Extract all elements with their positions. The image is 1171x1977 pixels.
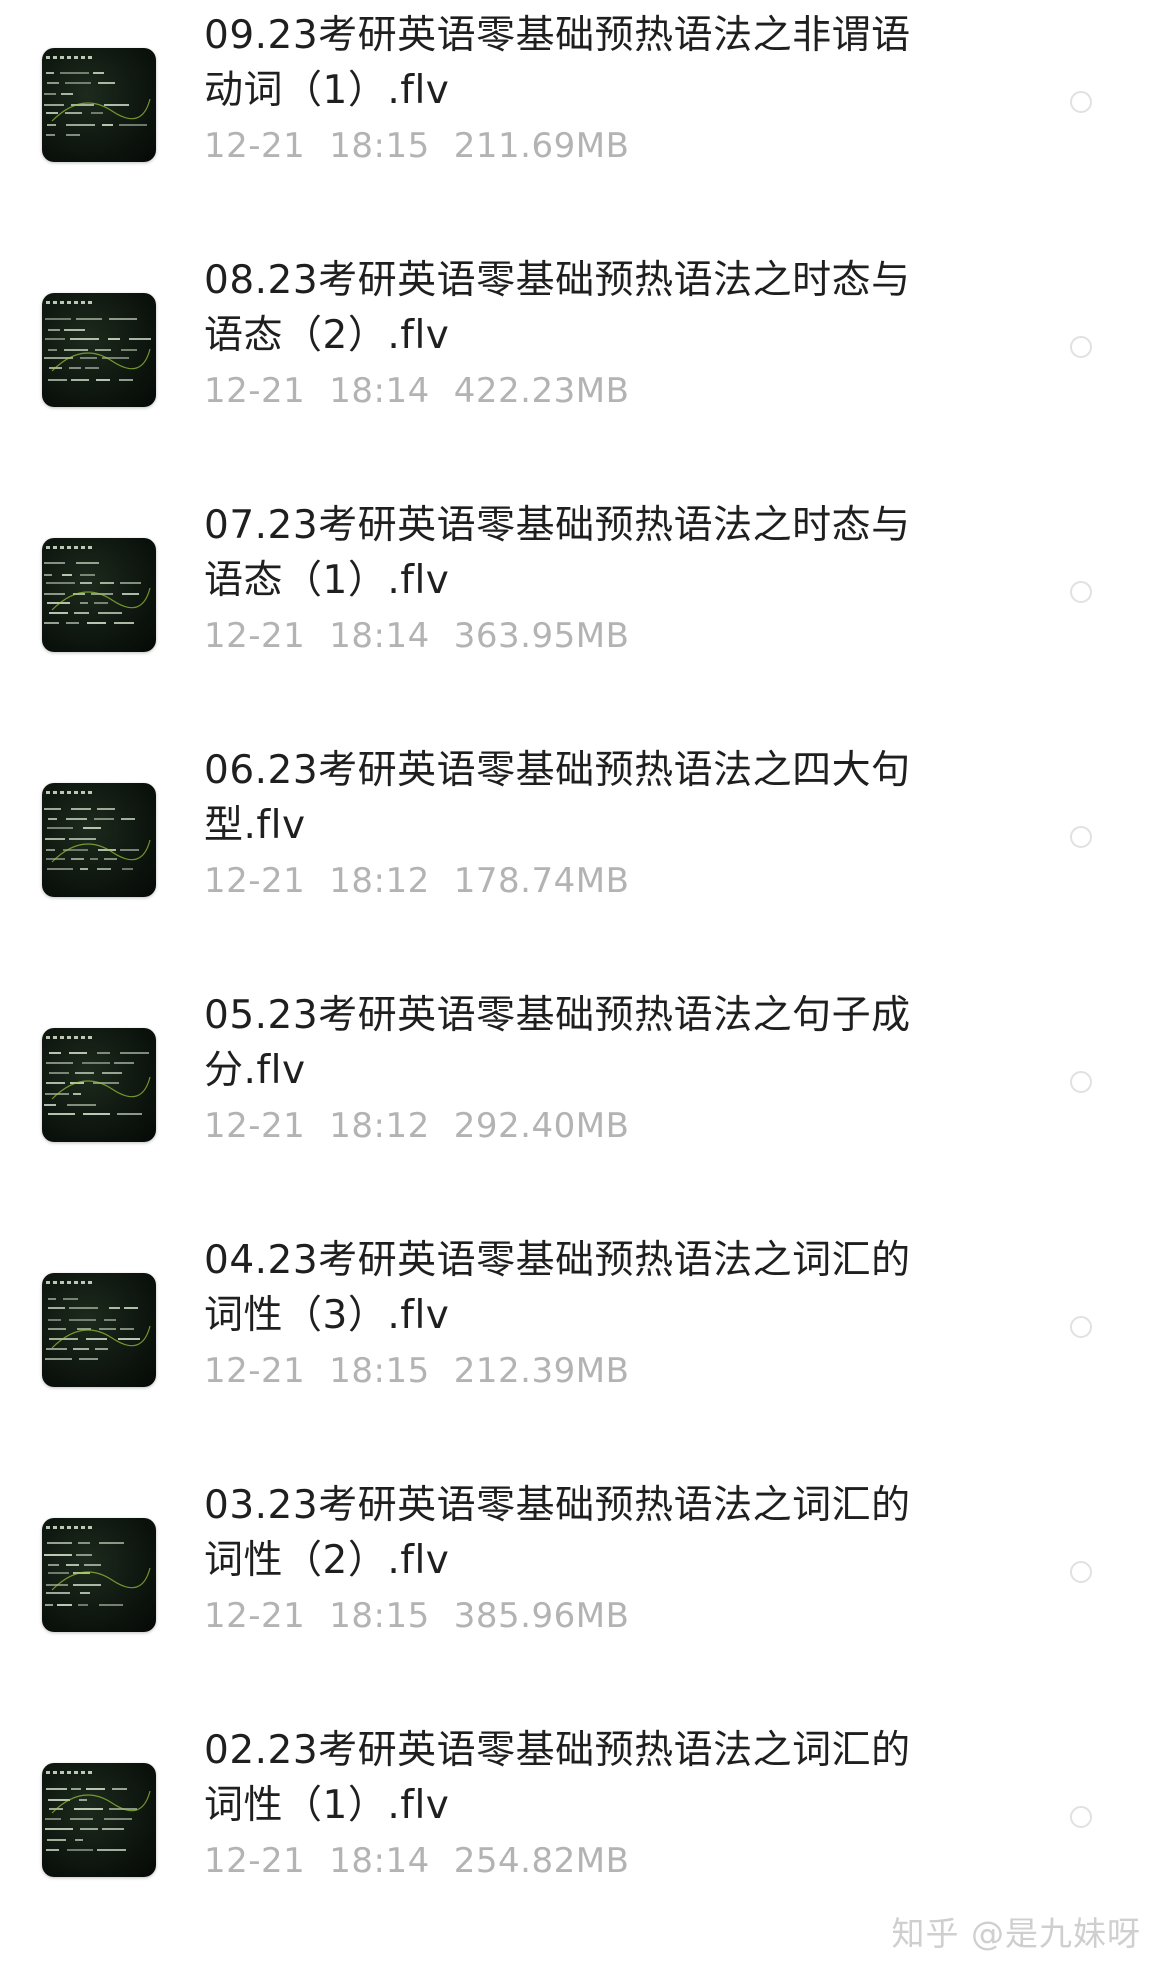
file-date: 12-21	[204, 1841, 306, 1881]
select-radio-button[interactable]	[1070, 91, 1092, 113]
file-size: 292.40MB	[453, 1106, 630, 1146]
video-thumbnail-icon	[42, 1518, 156, 1632]
file-date: 12-21	[204, 861, 306, 901]
file-time: 18:12	[329, 1106, 430, 1146]
file-meta: 12-21 18:12 292.40MB	[204, 1106, 653, 1146]
file-time: 18:15	[329, 1596, 430, 1636]
file-time: 18:15	[329, 126, 430, 166]
file-date: 12-21	[204, 1351, 306, 1391]
file-size: 254.82MB	[453, 1841, 630, 1881]
file-meta: 12-21 18:14 422.23MB	[204, 371, 653, 411]
file-name: 03.23考研英语零基础预热语法之词汇的词性（2）.flv	[204, 1483, 911, 1583]
file-size: 422.23MB	[453, 371, 630, 411]
select-radio-button[interactable]	[1070, 826, 1092, 848]
file-list: 09.23考研英语零基础预热语法之非谓语动词（1）.flv 12-21 18:15 2…	[0, 0, 1171, 1934]
select-radio-button[interactable]	[1070, 1071, 1092, 1093]
file-size: 211.69MB	[453, 126, 630, 166]
file-name: 07.23考研英语零基础预热语法之时态与语态（1）.flv	[204, 503, 911, 603]
file-list-item[interactable]: 05.23考研英语零基础预热语法之句子成分.flv 12-21 18:12 292.4…	[0, 954, 1171, 1199]
video-thumbnail-icon	[42, 48, 156, 162]
watermark: 知乎 @是九妹呀	[891, 1914, 1141, 1953]
file-list-item[interactable]: 07.23考研英语零基础预热语法之时态与语态（1）.flv 12-21 18:14 3…	[0, 464, 1171, 709]
file-time: 18:12	[329, 861, 430, 901]
file-name: 08.23考研英语零基础预热语法之时态与语态（2）.flv	[204, 258, 911, 358]
file-list-item[interactable]: 03.23考研英语零基础预热语法之词汇的词性（2）.flv 12-21 18:15 3…	[0, 1444, 1171, 1689]
file-list-item[interactable]: 06.23考研英语零基础预热语法之四大句型.flv 12-21 18:12 178.7…	[0, 709, 1171, 954]
file-list-item[interactable]: 09.23考研英语零基础预热语法之非谓语动词（1）.flv 12-21 18:15 2…	[0, 0, 1171, 219]
file-date: 12-21	[204, 126, 306, 166]
select-radio-button[interactable]	[1070, 1316, 1092, 1338]
file-list-item[interactable]: 04.23考研英语零基础预热语法之词汇的词性（3）.flv 12-21 18:15 2…	[0, 1199, 1171, 1444]
file-time: 18:14	[329, 616, 430, 656]
file-meta: 12-21 18:14 254.82MB	[204, 1841, 653, 1881]
file-meta: 12-21 18:14 363.95MB	[204, 616, 653, 656]
file-name: 02.23考研英语零基础预热语法之词汇的词性（1）.flv	[204, 1728, 911, 1828]
file-name: 06.23考研英语零基础预热语法之四大句型.flv	[204, 748, 911, 848]
select-radio-button[interactable]	[1070, 581, 1092, 603]
video-thumbnail-icon	[42, 538, 156, 652]
file-time: 18:14	[329, 1841, 430, 1881]
file-size: 385.96MB	[453, 1596, 630, 1636]
select-radio-button[interactable]	[1070, 1806, 1092, 1828]
file-meta: 12-21 18:12 178.74MB	[204, 861, 653, 901]
file-name: 04.23考研英语零基础预热语法之词汇的词性（3）.flv	[204, 1238, 911, 1338]
select-radio-button[interactable]	[1070, 1561, 1092, 1583]
file-name: 09.23考研英语零基础预热语法之非谓语动词（1）.flv	[204, 13, 911, 113]
file-size: 212.39MB	[453, 1351, 630, 1391]
file-date: 12-21	[204, 371, 306, 411]
video-thumbnail-icon	[42, 293, 156, 407]
video-thumbnail-icon	[42, 1763, 156, 1877]
file-list-item[interactable]: 02.23考研英语零基础预热语法之词汇的词性（1）.flv 12-21 18:14 2…	[0, 1689, 1171, 1934]
file-list-item[interactable]: 08.23考研英语零基础预热语法之时态与语态（2）.flv 12-21 18:14 4…	[0, 219, 1171, 464]
file-meta: 12-21 18:15 212.39MB	[204, 1351, 653, 1391]
file-date: 12-21	[204, 1106, 306, 1146]
select-radio-button[interactable]	[1070, 336, 1092, 358]
video-thumbnail-icon	[42, 1273, 156, 1387]
file-name: 05.23考研英语零基础预热语法之句子成分.flv	[204, 993, 911, 1093]
file-size: 363.95MB	[453, 616, 630, 656]
file-time: 18:14	[329, 371, 430, 411]
file-time: 18:15	[329, 1351, 430, 1391]
file-meta: 12-21 18:15 211.69MB	[204, 126, 653, 166]
file-size: 178.74MB	[453, 861, 630, 901]
video-thumbnail-icon	[42, 783, 156, 897]
file-meta: 12-21 18:15 385.96MB	[204, 1596, 653, 1636]
video-thumbnail-icon	[42, 1028, 156, 1142]
file-date: 12-21	[204, 616, 306, 656]
file-date: 12-21	[204, 1596, 306, 1636]
